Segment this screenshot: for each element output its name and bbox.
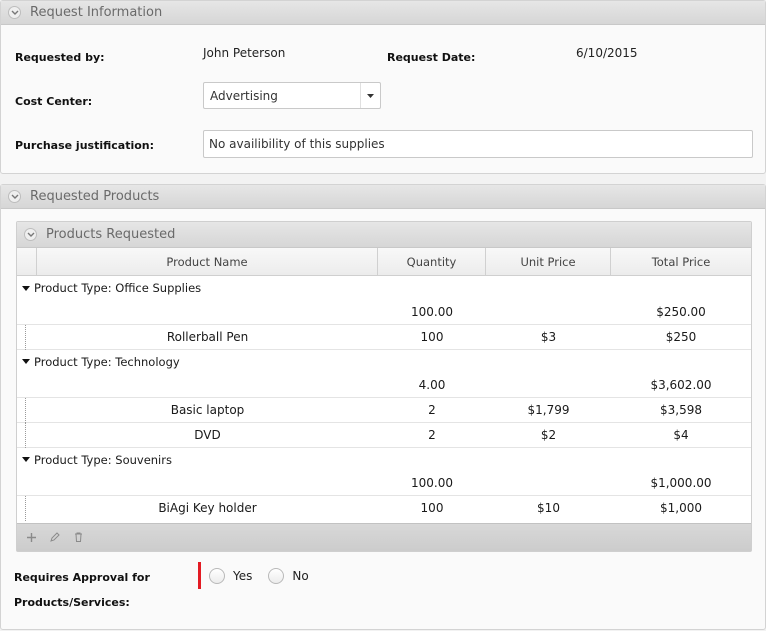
cell-unit-price: $2 bbox=[540, 428, 557, 442]
purchase-justification-value: No availibility of this supplies bbox=[209, 137, 385, 151]
request-date-value: 6/10/2015 bbox=[576, 46, 638, 60]
request-information-header[interactable]: Request Information bbox=[1, 1, 765, 25]
purchase-justification-input[interactable]: No availibility of this supplies bbox=[203, 130, 753, 158]
cell-total-price: $1,000 bbox=[660, 501, 702, 515]
panel-title: Request Information bbox=[30, 5, 163, 20]
expand-triangle-icon[interactable] bbox=[22, 285, 30, 291]
requested-products-panel: Requested Products Products Requested Pr… bbox=[0, 184, 766, 630]
cell-product-name: BiAgi Key holder bbox=[158, 501, 257, 515]
products-grid: Products Requested Product Name Quantity… bbox=[16, 221, 752, 552]
requested-by-value: John Peterson bbox=[203, 46, 286, 60]
cost-center-select[interactable]: Advertising bbox=[203, 82, 381, 109]
pencil-icon[interactable] bbox=[50, 531, 60, 545]
cell-quantity: 2 bbox=[428, 403, 436, 417]
cell-quantity: 2 bbox=[428, 428, 436, 442]
expand-triangle-icon[interactable] bbox=[22, 359, 30, 364]
approval-no-radio[interactable] bbox=[268, 567, 285, 584]
dropdown-caret-icon[interactable] bbox=[360, 83, 380, 108]
summary-total: $250.00 bbox=[656, 305, 706, 319]
expand-triangle-icon[interactable] bbox=[22, 457, 30, 462]
summary-quantity: 4.00 bbox=[418, 378, 446, 392]
trash-icon[interactable] bbox=[74, 531, 83, 545]
group-label: Product Type: Technology bbox=[34, 354, 180, 369]
cell-quantity: 100 bbox=[420, 330, 444, 344]
summary-quantity: 100.00 bbox=[411, 305, 453, 319]
collapse-chevron-icon[interactable] bbox=[8, 6, 21, 19]
products-grid-header[interactable]: Products Requested bbox=[17, 222, 751, 248]
group-summary-row: 100.00 $250.00 bbox=[17, 300, 751, 324]
cell-product-name: Rollerball Pen bbox=[166, 330, 249, 344]
requested-products-header[interactable]: Requested Products bbox=[1, 185, 765, 209]
summary-total: $3,602.00 bbox=[650, 378, 712, 392]
group-label: Product Type: Souvenirs bbox=[34, 452, 172, 467]
column-header-spacer bbox=[17, 248, 37, 275]
approval-yes-radio[interactable] bbox=[209, 567, 225, 584]
cell-unit-price: $1,799 bbox=[527, 403, 570, 417]
purchase-justification-label: Purchase justification: bbox=[15, 139, 155, 152]
cell-unit-price: $10 bbox=[537, 501, 560, 515]
plus-icon[interactable] bbox=[27, 531, 36, 545]
requires-approval-label-line2: Products/Services: bbox=[14, 596, 130, 609]
group-summary-row: 100.00 $1,000.00 bbox=[17, 471, 751, 495]
grid-rows: Product Type: Office Supplies 100.00 $25… bbox=[17, 276, 751, 521]
column-header-total-price[interactable]: Total Price bbox=[611, 248, 751, 275]
approval-yes-label[interactable]: Yes bbox=[233, 569, 252, 583]
group-row-office-supplies[interactable]: Product Type: Office Supplies bbox=[17, 276, 751, 300]
cell-product-name: DVD bbox=[194, 428, 221, 442]
group-row-technology[interactable]: Product Type: Technology bbox=[17, 349, 751, 373]
group-summary-row: 4.00 $3,602.00 bbox=[17, 373, 751, 397]
requested-by-label: Requested by: bbox=[15, 51, 105, 64]
table-row[interactable]: BiAgi Key holder 100 $10 $1,000 bbox=[17, 495, 751, 521]
column-header-product-name[interactable]: Product Name bbox=[37, 248, 378, 275]
request-date-label: Request Date: bbox=[387, 51, 476, 64]
summary-total: $1,000.00 bbox=[650, 476, 712, 490]
column-header-quantity[interactable]: Quantity bbox=[378, 248, 486, 275]
column-headers: Product Name Quantity Unit Price Total P… bbox=[17, 248, 751, 276]
request-information-panel: Request Information Requested by: John P… bbox=[0, 0, 766, 174]
table-row[interactable]: Basic laptop 2 $1,799 $3,598 bbox=[17, 397, 751, 423]
cell-unit-price: $3 bbox=[540, 330, 557, 344]
cost-center-selected-value: Advertising bbox=[210, 88, 278, 103]
collapse-chevron-icon[interactable] bbox=[8, 190, 21, 203]
table-row[interactable]: DVD 2 $2 $4 bbox=[17, 422, 751, 448]
group-label: Product Type: Office Supplies bbox=[34, 281, 202, 295]
cell-total-price: $250 bbox=[665, 330, 697, 344]
cell-quantity: 100 bbox=[420, 501, 444, 515]
cost-center-label: Cost Center: bbox=[15, 95, 93, 108]
requires-approval-label: Requires Approval for bbox=[14, 571, 150, 584]
grid-title: Products Requested bbox=[46, 227, 176, 242]
approval-no-label[interactable]: No bbox=[292, 569, 308, 583]
group-row-souvenirs[interactable]: Product Type: Souvenirs bbox=[17, 447, 751, 471]
required-marker bbox=[198, 562, 201, 589]
cell-total-price: $4 bbox=[673, 428, 689, 442]
column-header-unit-price[interactable]: Unit Price bbox=[486, 248, 611, 275]
cell-total-price: $3,598 bbox=[660, 403, 702, 417]
summary-quantity: 100.00 bbox=[411, 476, 453, 490]
cell-product-name: Basic laptop bbox=[170, 403, 245, 417]
panel-title: Requested Products bbox=[30, 189, 160, 204]
collapse-chevron-icon[interactable] bbox=[24, 228, 37, 241]
approval-radio-group: Yes No bbox=[198, 562, 325, 589]
table-row[interactable]: Rollerball Pen 100 $3 $250 bbox=[17, 324, 751, 350]
grid-toolbar bbox=[17, 523, 751, 551]
